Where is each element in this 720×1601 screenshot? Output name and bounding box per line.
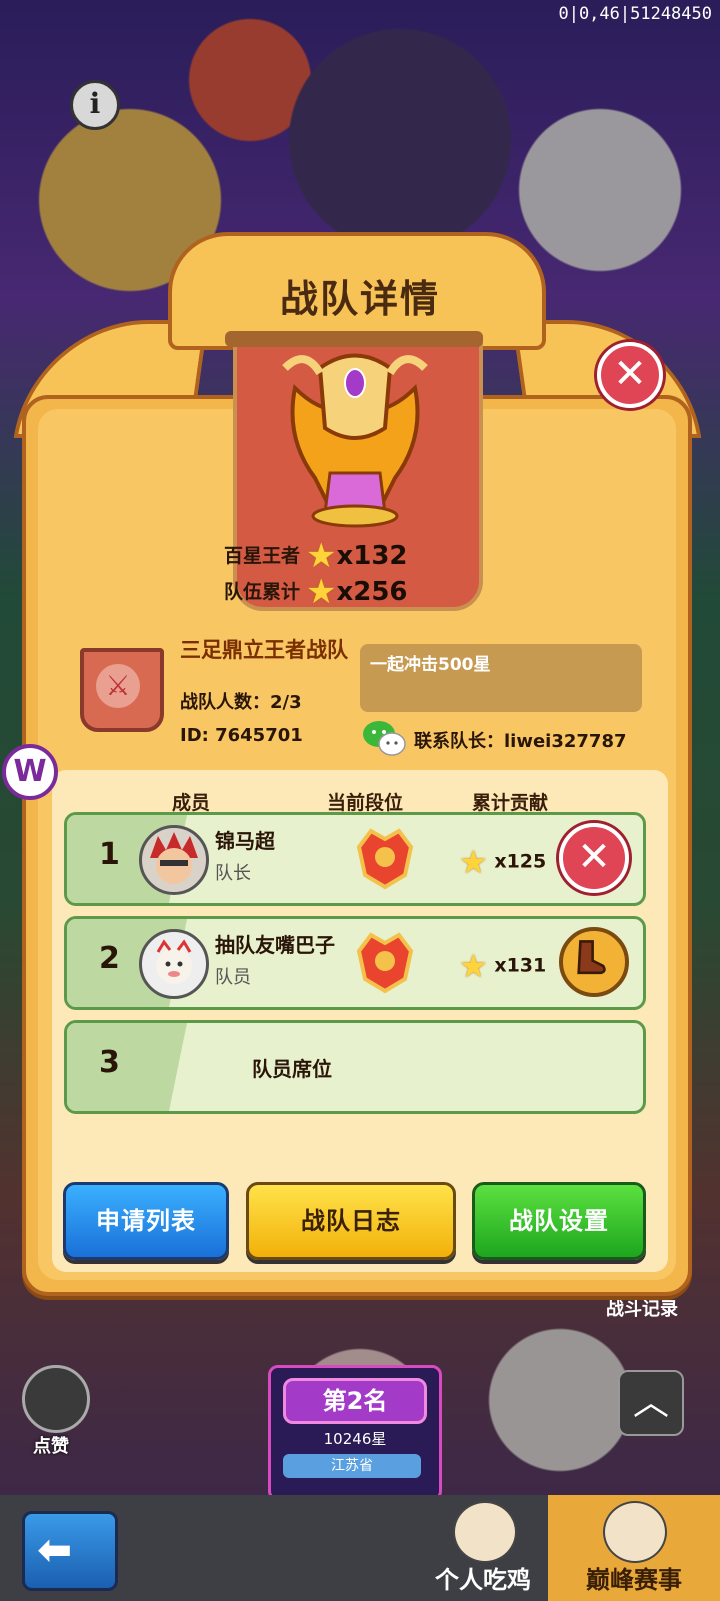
member-rank: 2	[99, 941, 120, 976]
stat-value: x256	[336, 577, 408, 607]
column-header-member: 成员	[172, 792, 211, 814]
contribution-value: x125	[494, 850, 547, 873]
captain-contact: 联系队长：liwei327787	[414, 731, 627, 752]
star-icon: ★	[306, 536, 337, 576]
character-icon	[603, 1501, 667, 1563]
tab-personal-battle[interactable]: 个人吃鸡	[418, 1495, 548, 1601]
member-row[interactable]: 1 锦马超 队长 ★ x125 ✕	[64, 812, 646, 906]
w-logo-icon[interactable]: W	[2, 744, 58, 800]
team-settings-button[interactable]: 战队设置	[472, 1182, 646, 1260]
star-icon: ★	[306, 572, 337, 612]
star-icon: ★	[459, 843, 488, 881]
arrow-left-icon: ⬅	[37, 1525, 73, 1574]
team-flag-icon: ⚔	[80, 648, 164, 732]
stat-label: 百星王者	[223, 544, 300, 567]
stat-label: 队伍累计	[223, 580, 300, 603]
member-contribution: ★ x131	[459, 947, 546, 985]
team-member-count: 战队人数：2/3	[180, 692, 302, 713]
wechat-icon	[363, 721, 406, 756]
thumbs-up-icon[interactable]	[22, 1365, 90, 1433]
tier-badge-icon	[356, 828, 414, 890]
dialog-title: 战队详情	[279, 277, 440, 321]
hundred-star-king-stat: 百星王者 ★x132	[205, 536, 408, 576]
member-row[interactable]: 2 抽队友嘴巴子 队员 ★ x131	[64, 916, 646, 1010]
debug-status-text: 0|0,46|51248450	[558, 4, 712, 24]
avatar	[139, 825, 209, 895]
rank-province: 江苏省	[283, 1454, 421, 1478]
chevron-up-icon[interactable]: ︿	[618, 1370, 684, 1436]
boot-icon[interactable]	[559, 927, 629, 997]
close-button[interactable]: ✕	[597, 342, 663, 408]
battle-record-label[interactable]: 战斗记录	[606, 1295, 690, 1335]
rank-star-count: 10246星	[323, 1430, 387, 1448]
team-id: ID: 7645701	[180, 725, 303, 746]
team-name: 三足鼎立王者战队	[180, 638, 348, 662]
dragon-emblem-icon	[282, 353, 428, 528]
bottom-nav: ⬅ 个人吃鸡 巅峰赛事	[0, 1495, 720, 1601]
empty-seat-label: 队员席位	[252, 1057, 332, 1081]
seat-rank: 3	[99, 1045, 120, 1080]
rank-place-badge: 第2名	[283, 1378, 427, 1424]
member-contribution: ★ x125	[459, 843, 546, 881]
avatar	[139, 929, 209, 999]
column-header-tier: 当前段位	[327, 792, 404, 814]
back-button[interactable]: ⬅	[22, 1511, 118, 1591]
stat-value: x132	[336, 541, 408, 571]
star-icon: ★	[459, 947, 488, 985]
member-name: 锦马超	[215, 829, 275, 853]
remove-member-button[interactable]: ✕	[559, 823, 629, 893]
apply-list-button[interactable]: 申请列表	[63, 1182, 229, 1260]
team-log-button[interactable]: 战队日志	[246, 1182, 456, 1260]
tab-label: 个人吃鸡	[435, 1566, 531, 1594]
member-role: 队长	[215, 863, 251, 884]
contribution-value: x131	[494, 954, 547, 977]
team-total-stat: 队伍累计 ★x256	[205, 572, 408, 612]
info-icon[interactable]: i	[70, 80, 120, 130]
like-label: 点赞	[33, 1436, 69, 1457]
team-motto: 一起冲击500星	[360, 644, 642, 712]
tab-label: 巅峰赛事	[586, 1566, 682, 1594]
member-rank: 1	[99, 837, 120, 872]
leaderboard-rank-card[interactable]: 第2名 10246星 江苏省	[268, 1365, 442, 1501]
character-icon	[453, 1501, 517, 1563]
tier-badge-icon	[356, 932, 414, 994]
empty-seat-row: 3 队员席位	[64, 1020, 646, 1114]
member-name: 抽队友嘴巴子	[215, 933, 335, 957]
tab-peak-event[interactable]: 巅峰赛事	[548, 1495, 720, 1601]
member-role: 队员	[215, 967, 251, 988]
column-header-contribution: 累计贡献	[472, 792, 549, 814]
